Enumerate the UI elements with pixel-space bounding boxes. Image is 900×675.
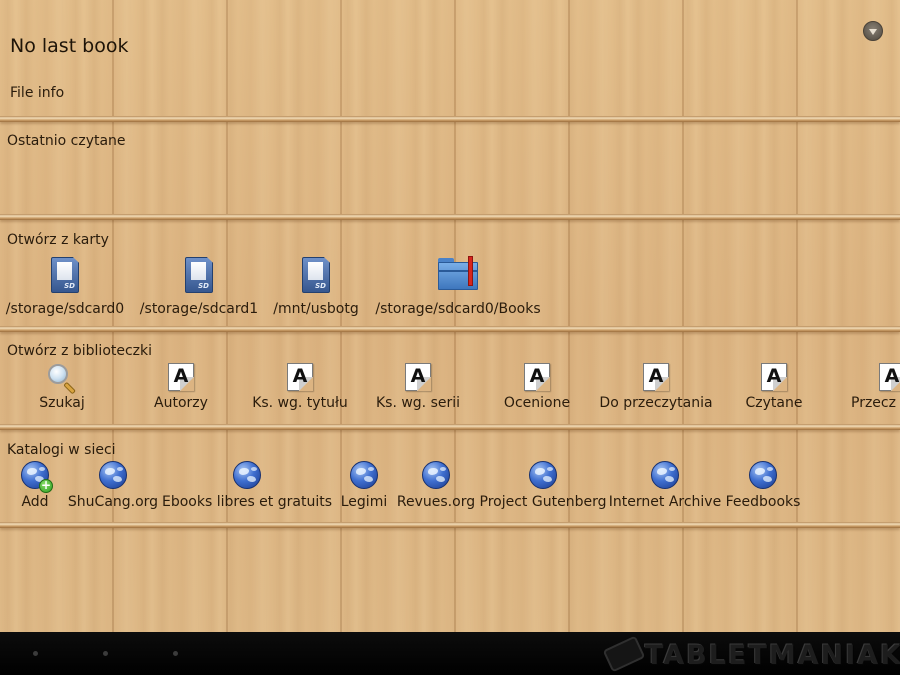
storage-item-books-folder[interactable]: /storage/sdcard0/Books <box>372 255 544 325</box>
section-title-library: Otwórz z biblioteczki <box>7 343 153 359</box>
globe-icon <box>749 461 777 489</box>
library-item-label: Autorzy <box>154 395 208 411</box>
search-icon <box>46 362 78 395</box>
home-icon[interactable] <box>103 651 108 656</box>
shelf-divider <box>0 326 900 332</box>
catalog-item-label: Feedbooks <box>725 494 801 510</box>
storage-item-usbotg[interactable]: /mnt/usbotg <box>270 255 362 325</box>
document-a-icon: A <box>879 363 900 391</box>
library-row: Szukaj A Autorzy A Ks. wg. tytułu A Ks. … <box>0 362 900 422</box>
library-item-label: Ks. wg. serii <box>375 395 461 411</box>
catalog-item-label: Project Gutenberg <box>479 494 607 510</box>
globe-icon <box>99 461 127 489</box>
storage-item-label: /storage/sdcard0 <box>5 301 125 317</box>
library-item-label: Szukaj <box>39 395 85 411</box>
recent-apps-icon[interactable] <box>173 651 178 656</box>
document-a-icon: A <box>761 363 787 391</box>
library-item-label: Przecz <box>851 395 896 411</box>
section-title-recent: Ostatnio czytane <box>7 133 126 149</box>
globe-icon <box>350 461 378 489</box>
document-a-icon: A <box>405 363 431 391</box>
storage-item-sdcard0[interactable]: /storage/sdcard0 <box>4 255 126 325</box>
folder-icon <box>438 256 478 290</box>
shelf-divider <box>0 522 900 528</box>
sd-card-icon <box>185 257 213 293</box>
globe-icon <box>422 461 450 489</box>
library-item-label: Do przeczytania <box>599 395 713 411</box>
library-item-reading[interactable]: A Czytane <box>734 362 814 418</box>
storage-item-label: /mnt/usbotg <box>273 301 359 317</box>
sd-card-icon <box>302 257 330 293</box>
library-item-to-read[interactable]: A Do przeczytania <box>597 362 715 418</box>
catalog-item-label: Internet Archive <box>608 494 722 510</box>
library-item-rated[interactable]: A Ocenione <box>497 362 577 418</box>
catalog-item-add[interactable]: + Add <box>15 461 55 513</box>
catalog-item-feedbooks[interactable]: Feedbooks <box>725 461 801 513</box>
catalog-item-label: ShuCang.org <box>67 494 159 510</box>
globe-icon <box>233 461 261 489</box>
library-item-label: Ks. wg. tytułu <box>252 395 348 411</box>
catalog-item-gutenberg[interactable]: Project Gutenberg <box>479 461 607 513</box>
document-a-icon: A <box>168 363 194 391</box>
catalog-item-ebooks-libres[interactable]: Ebooks libres et gratuits <box>162 461 332 513</box>
library-item-label: Czytane <box>745 395 803 411</box>
file-info-label[interactable]: File info <box>10 85 64 101</box>
storage-item-label: /storage/sdcard0/Books <box>375 301 541 317</box>
storage-item-label: /storage/sdcard1 <box>139 301 259 317</box>
shelf-divider <box>0 116 900 122</box>
document-a-icon: A <box>287 363 313 391</box>
document-a-icon: A <box>643 363 669 391</box>
catalog-item-revues[interactable]: Revues.org <box>397 461 475 513</box>
shelf-divider <box>0 214 900 220</box>
catalogs-row: + Add ShuCang.org Ebooks libres et gratu… <box>0 461 900 521</box>
catalog-item-label: Ebooks libres et gratuits <box>162 494 332 510</box>
catalog-item-label: Revues.org <box>396 494 476 510</box>
globe-icon <box>651 461 679 489</box>
catalog-item-internet-archive[interactable]: Internet Archive <box>608 461 722 513</box>
current-book-title[interactable]: No last book <box>10 35 129 57</box>
catalog-item-legimi[interactable]: Legimi <box>338 461 390 513</box>
library-item-read-partial[interactable]: A Przecz <box>850 362 900 418</box>
storage-row: /storage/sdcard0 /storage/sdcard1 /mnt/u… <box>0 255 900 325</box>
section-title-open-from-card: Otwórz z karty <box>7 232 109 248</box>
document-a-icon: A <box>524 363 550 391</box>
home-screen: No last book File info Ostatnio czytane … <box>0 0 900 632</box>
globe-icon <box>529 461 557 489</box>
library-item-by-title[interactable]: A Ks. wg. tytułu <box>250 362 350 418</box>
library-item-by-series[interactable]: A Ks. wg. serii <box>370 362 466 418</box>
catalog-item-shucang[interactable]: ShuCang.org <box>68 461 158 513</box>
section-title-catalogs: Katalogi w sieci <box>7 442 116 458</box>
back-icon[interactable] <box>33 651 38 656</box>
plus-icon: + <box>39 478 53 493</box>
overflow-menu-icon[interactable] <box>863 21 883 41</box>
shelf-divider <box>0 424 900 430</box>
watermark-text: TABLETMANIAK <box>645 640 900 671</box>
library-item-authors[interactable]: A Autorzy <box>141 362 221 418</box>
storage-item-sdcard1[interactable]: /storage/sdcard1 <box>138 255 260 325</box>
catalog-item-label: Add <box>21 494 49 510</box>
library-item-label: Ocenione <box>503 395 571 411</box>
sd-card-icon <box>51 257 79 293</box>
catalog-item-label: Legimi <box>340 494 388 510</box>
library-item-search[interactable]: Szukaj <box>22 362 102 418</box>
